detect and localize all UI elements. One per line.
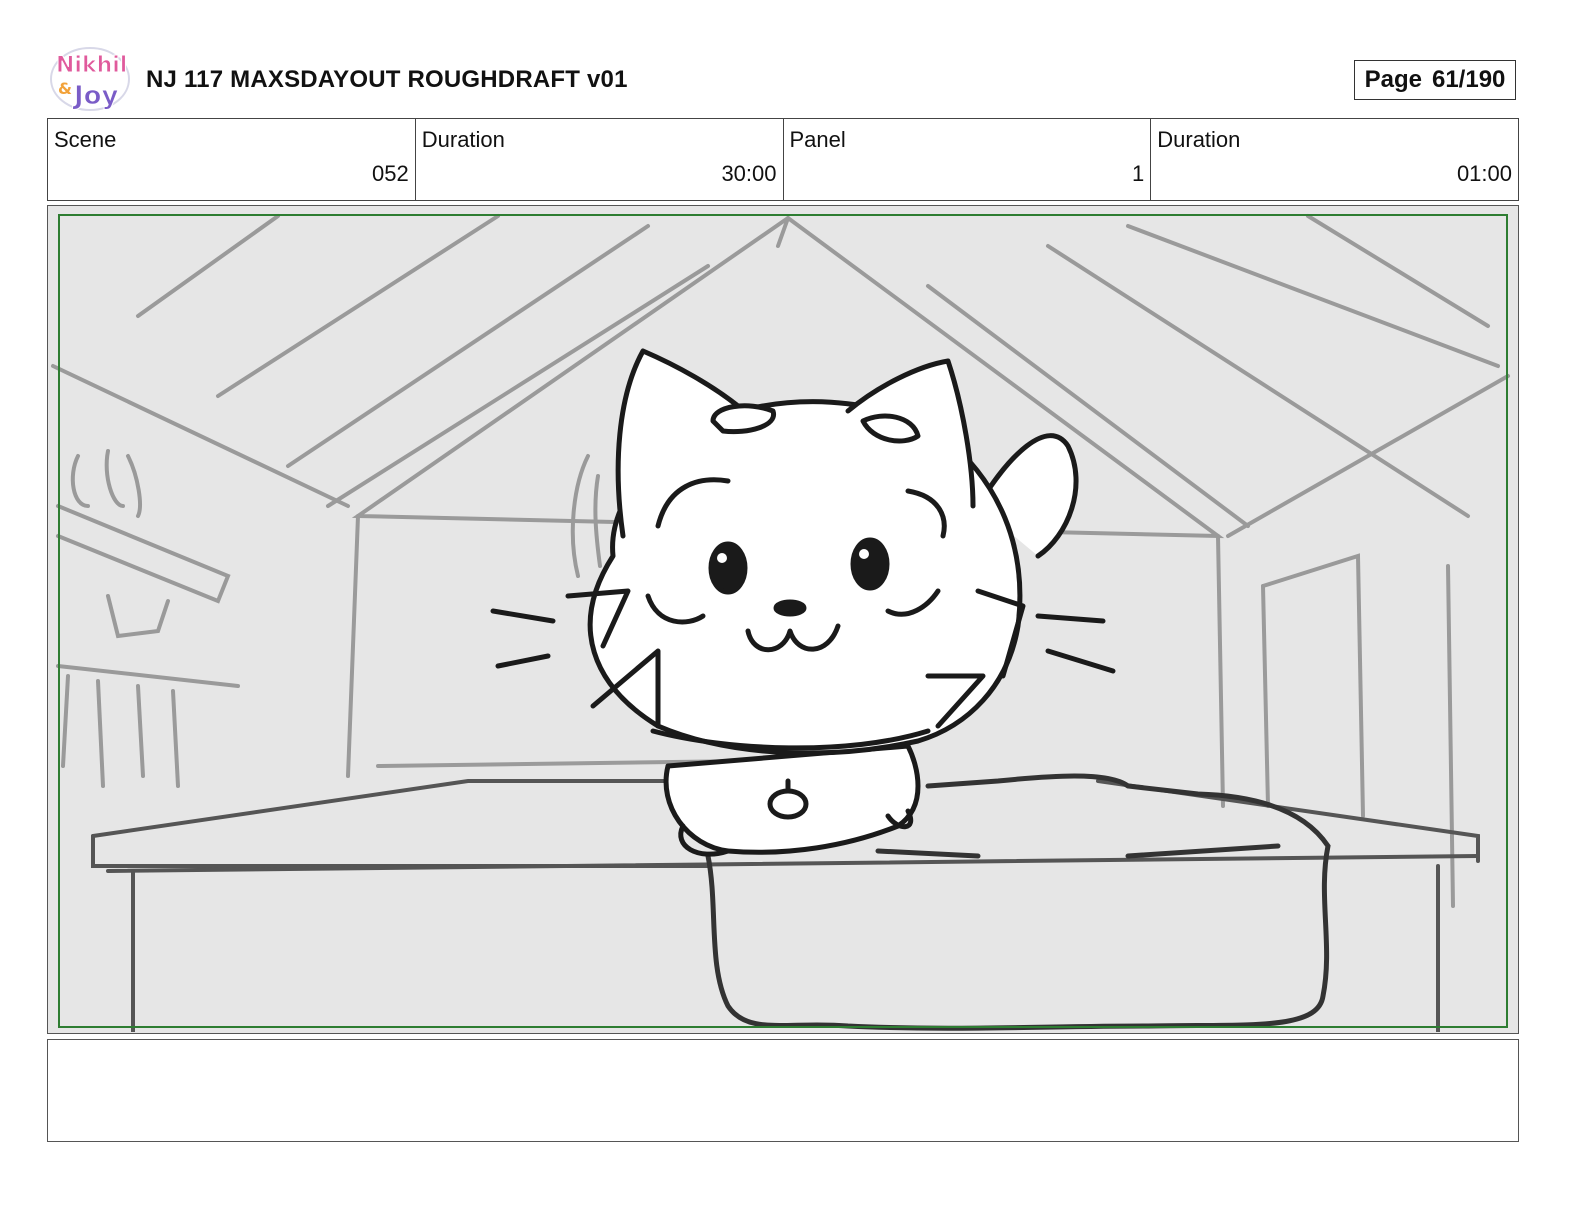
scene-cell: Scene 052 [48, 119, 416, 200]
page-label: Page [1364, 66, 1422, 93]
show-logo: Nikhil & Joy [50, 46, 132, 112]
action-notes-box[interactable] [47, 1039, 1519, 1142]
panel-sketch [51, 214, 1510, 1032]
scene-value: 052 [372, 161, 409, 186]
page-indicator: Page 61/190 [1354, 60, 1516, 100]
storyboard-panel [47, 205, 1519, 1034]
document-title: NJ 117 MAXSDAYOUT ROUGHDRAFT v01 [146, 66, 628, 93]
scene-duration-cell: Duration 30:00 [416, 119, 784, 200]
panel-value: 1 [1132, 161, 1145, 186]
panel-label: Panel [789, 127, 846, 152]
logo-text-top: Nikhil [56, 53, 127, 78]
scene-duration-value: 30:00 [721, 161, 777, 186]
logo-text-amp: & [58, 79, 72, 98]
panel-duration-value: 01:00 [1456, 161, 1512, 186]
panel-info-table: Scene 052 Duration 30:00 Panel 1 Duratio… [47, 118, 1519, 201]
panel-duration-cell: Duration 01:00 [1151, 119, 1518, 200]
logo-graphic: Nikhil & Joy [50, 47, 130, 112]
scene-label: Scene [54, 127, 117, 152]
logo-text-bottom: Joy [72, 81, 119, 111]
panel-duration-label: Duration [1157, 127, 1241, 152]
panel-cell: Panel 1 [784, 119, 1152, 200]
page-number: 61/190 [1431, 66, 1506, 93]
scene-duration-label: Duration [421, 127, 505, 152]
